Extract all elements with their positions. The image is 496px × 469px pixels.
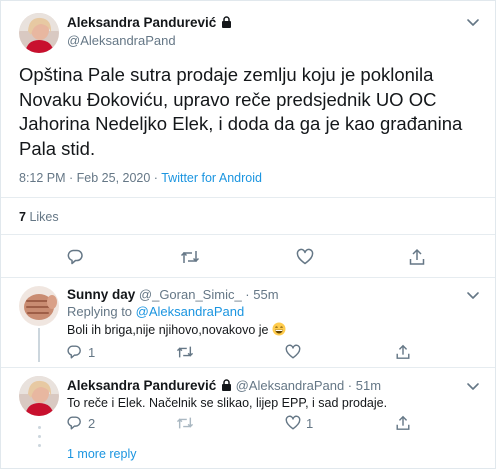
replying-to-link[interactable]: @AleksandraPand bbox=[136, 304, 245, 319]
share-icon[interactable] bbox=[395, 344, 411, 360]
reply-1-text-body: Boli ih briga,nije njihovo,novakovo je bbox=[67, 323, 269, 337]
reply-2-text: To reče i Elek. Načelnik se slikao, lije… bbox=[67, 396, 388, 410]
like-icon[interactable] bbox=[285, 344, 301, 360]
thread-dots bbox=[37, 420, 41, 456]
retweet-icon[interactable] bbox=[176, 415, 194, 431]
like-count: 1 bbox=[306, 416, 314, 431]
reply-1-time[interactable]: · 55m bbox=[242, 287, 278, 302]
reply-1-author-name[interactable]: Sunny day bbox=[67, 287, 135, 302]
reply-avatar[interactable] bbox=[19, 286, 59, 326]
divider bbox=[1, 277, 495, 278]
reply-count: 1 bbox=[88, 345, 96, 360]
chevron-down-icon[interactable] bbox=[466, 15, 480, 29]
reply-1-text: Boli ih briga,nije njihovo,novakovo je bbox=[67, 322, 286, 337]
replying-to-label: Replying to bbox=[67, 304, 136, 319]
lock-icon bbox=[221, 16, 232, 28]
chevron-down-icon[interactable] bbox=[466, 379, 480, 393]
author-avatar[interactable] bbox=[19, 13, 59, 53]
reply-avatar[interactable] bbox=[19, 376, 59, 416]
reply-1-header: Sunny day @_Goran_Simic_ · 55m bbox=[67, 287, 279, 302]
retweet-icon[interactable] bbox=[180, 248, 200, 266]
retweet-icon[interactable] bbox=[176, 344, 194, 360]
reply-icon[interactable] bbox=[66, 344, 82, 360]
author-handle[interactable]: @AleksandraPand bbox=[67, 33, 176, 48]
chevron-down-icon[interactable] bbox=[466, 288, 480, 302]
reply-2-header: Aleksandra Pandurević @AleksandraPand · … bbox=[67, 378, 381, 393]
author-name[interactable]: Aleksandra Pandurević bbox=[67, 15, 232, 30]
thread-connector bbox=[38, 328, 40, 362]
likes-count: 7 bbox=[19, 210, 26, 224]
reply-2-author-name[interactable]: Aleksandra Pandurević bbox=[67, 378, 216, 393]
lock-icon bbox=[221, 379, 232, 391]
divider bbox=[1, 367, 495, 368]
tweet-text: Opština Pale sutra prodaje zemlju koju j… bbox=[19, 64, 463, 159]
tweet-time-date[interactable]: 8:12 PM · Feb 25, 2020 · bbox=[19, 171, 161, 185]
likes-summary[interactable]: 7 Likes bbox=[19, 210, 59, 224]
more-replies-link[interactable]: 1 more reply bbox=[67, 447, 136, 461]
like-icon[interactable] bbox=[285, 415, 301, 431]
share-icon[interactable] bbox=[395, 415, 411, 431]
tweet-source-link[interactable]: Twitter for Android bbox=[161, 171, 262, 185]
reply-icon[interactable] bbox=[66, 415, 82, 431]
reply-2-author-handle[interactable]: @AleksandraPand bbox=[236, 378, 345, 393]
tweet-timestamp: 8:12 PM · Feb 25, 2020 · Twitter for And… bbox=[19, 171, 262, 185]
divider bbox=[1, 234, 495, 235]
reply-1-author-handle[interactable]: @_Goran_Simic_ bbox=[139, 287, 242, 302]
like-icon[interactable] bbox=[296, 248, 314, 266]
grin-emoji-icon bbox=[272, 322, 286, 336]
likes-label: Likes bbox=[29, 210, 59, 224]
reply-count: 2 bbox=[88, 416, 96, 431]
replying-to-line: Replying to @AleksandraPand bbox=[67, 304, 244, 319]
reply-icon[interactable] bbox=[66, 248, 84, 266]
share-icon[interactable] bbox=[408, 248, 426, 266]
divider bbox=[1, 197, 495, 198]
reply-2-time[interactable]: · 51m bbox=[344, 378, 381, 393]
